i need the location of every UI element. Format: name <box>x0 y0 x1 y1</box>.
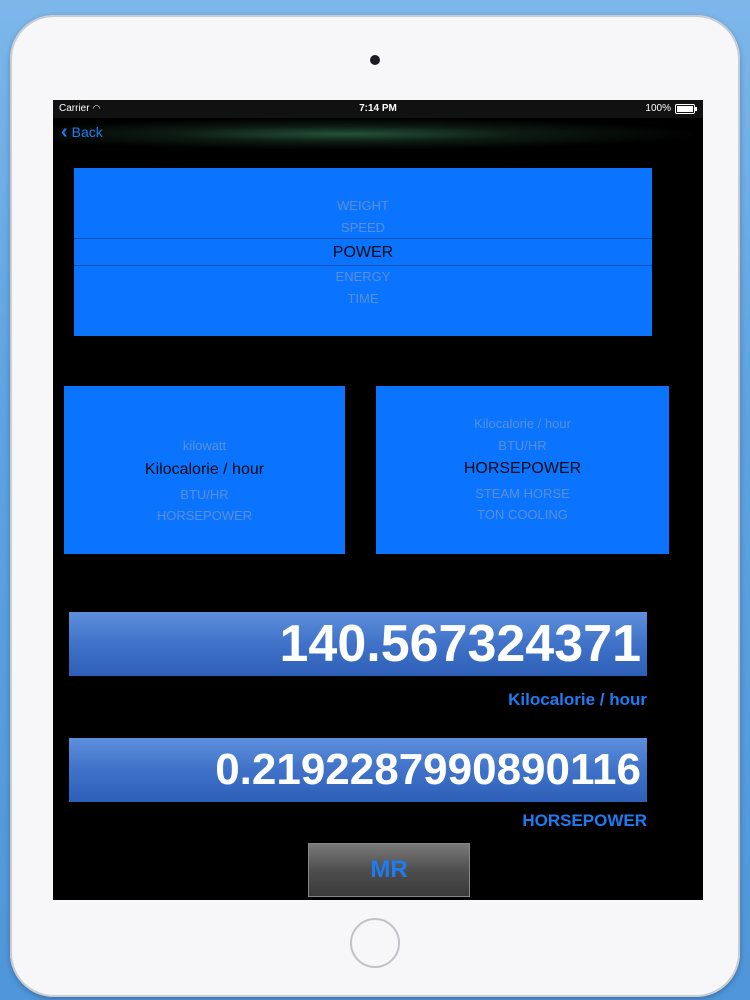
app-screen: Carrier ◠ 7:14 PM 100% ‹ Back WEIGHT SPEE… <box>53 100 703 900</box>
battery-percent: 100% <box>645 103 671 114</box>
battery-indicator: 100% <box>645 103 697 114</box>
picker-option[interactable]: HORSEPOWER <box>64 508 345 523</box>
input-value-field[interactable]: 140.567324371 <box>69 612 647 676</box>
picker-option[interactable]: WEIGHT <box>74 198 652 213</box>
back-label: Back <box>71 124 103 140</box>
input-unit-label: Kilocalorie / hour <box>508 690 647 709</box>
status-bar: Carrier ◠ 7:14 PM 100% <box>53 100 703 118</box>
status-time: 7:14 PM <box>359 103 397 114</box>
chevron-left-icon: ‹ <box>61 121 68 143</box>
from-unit-picker[interactable]: kilowatt Kilocalorie / hour BTU/HR HORSE… <box>64 386 345 554</box>
battery-icon <box>675 103 697 114</box>
picker-option[interactable]: TON COOLING <box>376 507 669 522</box>
category-picker[interactable]: WEIGHT SPEED POWER ENERGY TIME <box>74 168 652 336</box>
home-button[interactable] <box>350 918 400 968</box>
navigation-bar: ‹ Back <box>53 118 703 150</box>
ipad-device-frame: Carrier ◠ 7:14 PM 100% ‹ Back WEIGHT SPEE… <box>10 15 740 997</box>
picker-option[interactable]: TIME <box>74 291 652 306</box>
picker-selected-option[interactable]: Kilocalorie / hour <box>64 461 345 479</box>
back-button[interactable]: ‹ Back <box>61 121 103 143</box>
output-value-field: 0.2192287990890116 <box>69 738 647 802</box>
picker-option[interactable]: kilowatt <box>64 438 345 453</box>
mr-button[interactable]: MR <box>308 843 470 897</box>
picker-option[interactable]: SPEED <box>74 220 652 235</box>
picker-option[interactable]: STEAM HORSE <box>376 486 669 501</box>
camera-icon <box>370 55 380 65</box>
to-unit-picker[interactable]: Kilocalorie / hour BTU/HR HORSEPOWER STE… <box>376 386 669 554</box>
picker-option[interactable]: Kilocalorie / hour <box>376 416 669 431</box>
picker-option[interactable]: BTU/HR <box>64 487 345 502</box>
picker-option[interactable]: BTU/HR <box>376 438 669 453</box>
picker-selected-option[interactable]: POWER <box>74 244 652 262</box>
output-unit-label: HORSEPOWER <box>522 811 647 830</box>
picker-selected-option[interactable]: HORSEPOWER <box>376 460 669 478</box>
picker-option[interactable]: ENERGY <box>74 269 652 284</box>
